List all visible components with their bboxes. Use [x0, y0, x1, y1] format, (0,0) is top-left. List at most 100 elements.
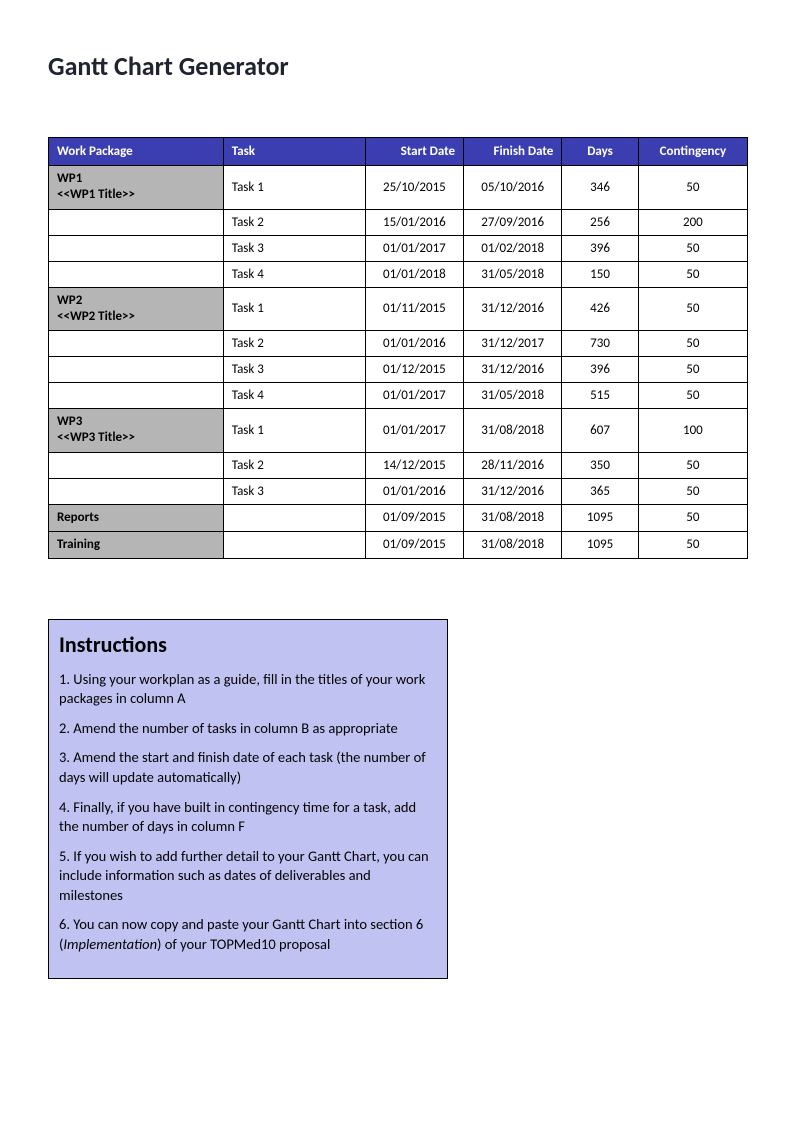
cell-work-package[interactable] — [49, 209, 224, 235]
table-row: Task 301/01/201631/12/201636550 — [49, 478, 748, 504]
cell-contingency[interactable]: 50 — [638, 166, 747, 210]
instructions-title: Instructions — [59, 630, 437, 660]
cell-finish-date[interactable]: 31/12/2016 — [464, 357, 562, 383]
cell-work-package[interactable] — [49, 235, 224, 261]
cell-days[interactable]: 730 — [562, 331, 638, 357]
cell-contingency[interactable]: 100 — [638, 409, 747, 453]
cell-start-date[interactable]: 01/01/2017 — [365, 235, 463, 261]
cell-start-date[interactable]: 14/12/2015 — [365, 452, 463, 478]
header-days: Days — [562, 138, 638, 166]
cell-work-package[interactable]: WP1<<WP1 Title>> — [49, 166, 224, 210]
cell-contingency[interactable]: 50 — [638, 452, 747, 478]
cell-days[interactable]: 426 — [562, 287, 638, 331]
cell-days[interactable]: 515 — [562, 383, 638, 409]
header-work-package: Work Package — [49, 138, 224, 166]
cell-contingency[interactable]: 200 — [638, 209, 747, 235]
cell-finish-date[interactable]: 05/10/2016 — [464, 166, 562, 210]
instruction-step: 4. Finally, if you have built in conting… — [59, 798, 437, 837]
cell-finish-date[interactable]: 31/08/2018 — [464, 531, 562, 558]
cell-start-date[interactable]: 01/09/2015 — [365, 531, 463, 558]
cell-finish-date[interactable]: 31/12/2017 — [464, 331, 562, 357]
cell-task[interactable]: Task 2 — [223, 331, 365, 357]
cell-days[interactable]: 365 — [562, 478, 638, 504]
cell-work-package[interactable] — [49, 261, 224, 287]
cell-task[interactable]: Task 3 — [223, 357, 365, 383]
cell-work-package[interactable] — [49, 357, 224, 383]
cell-task[interactable]: Task 4 — [223, 383, 365, 409]
cell-finish-date[interactable]: 27/09/2016 — [464, 209, 562, 235]
cell-contingency[interactable]: 50 — [638, 357, 747, 383]
cell-days[interactable]: 1095 — [562, 531, 638, 558]
cell-days[interactable]: 396 — [562, 235, 638, 261]
instruction-step: 1. Using your workplan as a guide, fill … — [59, 670, 437, 709]
table-row: WP3<<WP3 Title>>Task 101/01/201731/08/20… — [49, 409, 748, 453]
table-row: Task 214/12/201528/11/201635050 — [49, 452, 748, 478]
cell-days[interactable]: 346 — [562, 166, 638, 210]
header-finish-date: Finish Date — [464, 138, 562, 166]
cell-start-date[interactable]: 15/01/2016 — [365, 209, 463, 235]
cell-task[interactable]: Task 2 — [223, 452, 365, 478]
cell-start-date[interactable]: 01/01/2016 — [365, 478, 463, 504]
cell-start-date[interactable]: 01/11/2015 — [365, 287, 463, 331]
table-row: Task 301/12/201531/12/201639650 — [49, 357, 748, 383]
cell-finish-date[interactable]: 31/12/2016 — [464, 287, 562, 331]
cell-work-package[interactable]: Training — [49, 531, 224, 558]
instruction-step: 5. If you wish to add further detail to … — [59, 847, 437, 906]
cell-task[interactable]: Task 4 — [223, 261, 365, 287]
table-row: Task 301/01/201701/02/201839650 — [49, 235, 748, 261]
table-row: Reports 01/09/201531/08/2018109550 — [49, 504, 748, 531]
gantt-table: Work Package Task Start Date Finish Date… — [48, 137, 748, 559]
cell-days[interactable]: 607 — [562, 409, 638, 453]
cell-work-package[interactable] — [49, 383, 224, 409]
cell-finish-date[interactable]: 31/08/2018 — [464, 504, 562, 531]
cell-task[interactable]: Task 2 — [223, 209, 365, 235]
cell-task[interactable]: Task 3 — [223, 478, 365, 504]
cell-start-date[interactable]: 01/01/2017 — [365, 383, 463, 409]
cell-start-date[interactable]: 01/01/2017 — [365, 409, 463, 453]
cell-days[interactable]: 396 — [562, 357, 638, 383]
cell-days[interactable]: 350 — [562, 452, 638, 478]
table-row: WP1<<WP1 Title>>Task 125/10/201505/10/20… — [49, 166, 748, 210]
cell-days[interactable]: 1095 — [562, 504, 638, 531]
instructions-panel: Instructions 1. Using your workplan as a… — [48, 619, 448, 979]
cell-contingency[interactable]: 50 — [638, 531, 747, 558]
cell-finish-date[interactable]: 28/11/2016 — [464, 452, 562, 478]
cell-task[interactable]: Task 1 — [223, 409, 365, 453]
cell-contingency[interactable]: 50 — [638, 383, 747, 409]
cell-contingency[interactable]: 50 — [638, 261, 747, 287]
cell-contingency[interactable]: 50 — [638, 331, 747, 357]
cell-days[interactable]: 150 — [562, 261, 638, 287]
instruction-step: 6. You can now copy and paste your Gantt… — [59, 915, 437, 954]
cell-work-package[interactable]: WP2<<WP2 Title>> — [49, 287, 224, 331]
cell-finish-date[interactable]: 31/05/2018 — [464, 261, 562, 287]
cell-start-date[interactable]: 25/10/2015 — [365, 166, 463, 210]
cell-work-package[interactable] — [49, 478, 224, 504]
cell-finish-date[interactable]: 31/12/2016 — [464, 478, 562, 504]
cell-contingency[interactable]: 50 — [638, 287, 747, 331]
cell-task[interactable]: Task 1 — [223, 166, 365, 210]
page-title: Gantt Chart Generator — [48, 50, 747, 82]
cell-task[interactable]: Task 3 — [223, 235, 365, 261]
cell-finish-date[interactable]: 01/02/2018 — [464, 235, 562, 261]
cell-finish-date[interactable]: 31/08/2018 — [464, 409, 562, 453]
table-header-row: Work Package Task Start Date Finish Date… — [49, 138, 748, 166]
instruction-step: 3. Amend the start and finish date of ea… — [59, 748, 437, 787]
cell-days[interactable]: 256 — [562, 209, 638, 235]
cell-work-package[interactable]: Reports — [49, 504, 224, 531]
cell-work-package[interactable] — [49, 331, 224, 357]
cell-task[interactable]: Task 1 — [223, 287, 365, 331]
cell-contingency[interactable]: 50 — [638, 478, 747, 504]
table-row: WP2<<WP2 Title>>Task 101/11/201531/12/20… — [49, 287, 748, 331]
cell-start-date[interactable]: 01/12/2015 — [365, 357, 463, 383]
cell-contingency[interactable]: 50 — [638, 235, 747, 261]
cell-task[interactable] — [223, 531, 365, 558]
cell-work-package[interactable] — [49, 452, 224, 478]
table-row: Task 215/01/201627/09/2016256200 — [49, 209, 748, 235]
cell-start-date[interactable]: 01/01/2016 — [365, 331, 463, 357]
cell-finish-date[interactable]: 31/05/2018 — [464, 383, 562, 409]
cell-task[interactable] — [223, 504, 365, 531]
cell-work-package[interactable]: WP3<<WP3 Title>> — [49, 409, 224, 453]
cell-start-date[interactable]: 01/01/2018 — [365, 261, 463, 287]
cell-contingency[interactable]: 50 — [638, 504, 747, 531]
cell-start-date[interactable]: 01/09/2015 — [365, 504, 463, 531]
